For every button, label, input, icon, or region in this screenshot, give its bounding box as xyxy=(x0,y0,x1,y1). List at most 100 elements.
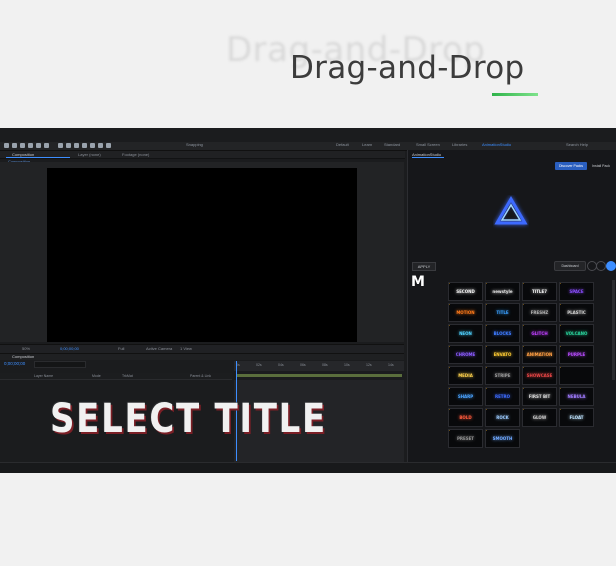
preset-tile[interactable]: TITLE xyxy=(485,303,520,322)
workspace-learn[interactable]: Learn xyxy=(362,142,372,147)
preset-tile[interactable]: NEON xyxy=(448,324,483,343)
favorite-dot-icon xyxy=(486,304,487,305)
workspace-small-screen[interactable]: Small Screen xyxy=(416,142,440,147)
workspace-standard[interactable]: Standard xyxy=(384,142,400,147)
preset-tile[interactable]: PURPLE xyxy=(559,345,594,364)
preset-tile[interactable]: newstyle xyxy=(485,282,520,301)
preset-tile-label: NEON xyxy=(459,331,472,336)
preset-tile[interactable]: PRESET xyxy=(448,429,483,448)
layer-columns: Layer Name Mode TrkMat Parent & Link xyxy=(0,373,232,380)
preset-tile[interactable]: RETRO xyxy=(485,387,520,406)
text-tool-icon[interactable] xyxy=(74,143,79,148)
panel-scrollbar[interactable] xyxy=(612,280,615,380)
preset-tile-label: TITLE7 xyxy=(531,289,547,294)
timeline-header: Composition xyxy=(0,354,404,360)
ruler-tick: 12s xyxy=(366,363,372,367)
preset-tile-label: RETRO xyxy=(494,394,511,399)
layer-search-input[interactable] xyxy=(34,361,86,368)
preset-tile[interactable] xyxy=(559,366,594,385)
workspace-animationstudio[interactable]: AnimationStudio xyxy=(482,142,511,147)
favorite-dot-icon xyxy=(486,409,487,410)
timeline-tab[interactable]: Composition xyxy=(12,354,34,359)
preset-tile-label: ANIMATION xyxy=(526,352,553,357)
preset-tile[interactable]: FLOAT xyxy=(559,408,594,427)
preset-tile[interactable]: ENVATO xyxy=(485,345,520,364)
preset-tile[interactable]: MEDIA xyxy=(448,366,483,385)
preset-tile[interactable]: SHOWCASE xyxy=(522,366,557,385)
camera-select[interactable]: Active Camera xyxy=(146,346,172,351)
preset-tile[interactable]: BLOCKS xyxy=(485,324,520,343)
discover-packs-button[interactable]: Discover Packs xyxy=(555,162,587,170)
puppet-tool-icon[interactable] xyxy=(106,143,111,148)
preset-tile[interactable]: TITLE7 xyxy=(522,282,557,301)
preset-tile[interactable]: FIRST BIT xyxy=(522,387,557,406)
snapping-label[interactable]: Snapping xyxy=(186,142,203,147)
time-ruler[interactable]: 0s 02s 04s 06s 08s 10s 12s 14s xyxy=(234,361,404,371)
preset-tile-label: SECOND xyxy=(456,289,475,294)
views-select[interactable]: 1 View xyxy=(180,346,192,351)
tab-layer[interactable]: Layer (none) xyxy=(78,152,101,157)
favorite-dot-icon xyxy=(523,283,524,284)
preset-tile[interactable]: ROCK xyxy=(485,408,520,427)
preset-tile-label: NEBULA xyxy=(567,394,586,399)
search-help[interactable]: Search Help xyxy=(566,142,588,147)
selection-tool-icon[interactable] xyxy=(4,143,9,148)
preset-tile-label: PRESET xyxy=(456,436,475,441)
eraser-tool-icon[interactable] xyxy=(98,143,103,148)
preset-tile[interactable]: GLITCH xyxy=(522,324,557,343)
triangle-logo-icon xyxy=(493,195,529,229)
work-area-bar[interactable] xyxy=(236,374,402,377)
preset-tile[interactable]: SHARP xyxy=(448,387,483,406)
preset-tile-label: BOLD xyxy=(459,415,472,420)
favorite-dot-icon xyxy=(486,388,487,389)
brush-tool-icon[interactable] xyxy=(82,143,87,148)
column-trkmat: TrkMat xyxy=(122,374,133,378)
shape-tool-icon[interactable] xyxy=(58,143,63,148)
apply-button[interactable]: APPLY xyxy=(412,262,436,271)
tab-footage[interactable]: Footage (none) xyxy=(122,152,149,157)
preset-tile[interactable]: MOTION xyxy=(448,303,483,322)
timeline-timecode[interactable]: 0;00;00;00 xyxy=(4,361,25,366)
favorite-dot-icon xyxy=(560,367,561,368)
zoom-select[interactable]: 50% xyxy=(22,346,30,351)
install-pack-button[interactable]: Install Pack xyxy=(590,162,612,170)
favorite-dot-icon xyxy=(560,304,561,305)
pan-tool-icon[interactable] xyxy=(44,143,49,148)
pen-tool-icon[interactable] xyxy=(66,143,71,148)
workspace-libraries[interactable]: Libraries xyxy=(452,142,467,147)
ruler-tick: 08s xyxy=(322,363,328,367)
dashboard-button[interactable]: Dashboard xyxy=(554,261,586,271)
camera-tool-icon[interactable] xyxy=(36,143,41,148)
preset-tile-label: CHROME xyxy=(455,352,476,357)
preset-tile[interactable]: FRESHZ xyxy=(522,303,557,322)
favorite-dot-icon xyxy=(523,388,524,389)
stamp-tool-icon[interactable] xyxy=(90,143,95,148)
current-time[interactable]: 0;00;00;00 xyxy=(60,346,79,351)
preset-tile[interactable]: CHROME xyxy=(448,345,483,364)
quality-select[interactable]: Full xyxy=(118,346,124,351)
refresh-icon[interactable] xyxy=(596,261,606,271)
preset-tile[interactable]: PLASTIC xyxy=(559,303,594,322)
preset-tile-label: SPACE xyxy=(569,289,584,294)
preset-tile[interactable]: STRIPE xyxy=(485,366,520,385)
preset-tile[interactable]: BOLD xyxy=(448,408,483,427)
viewer-tabs: Composition Layer (none) Footage (none) xyxy=(0,151,405,159)
favorite-dot-icon xyxy=(523,304,524,305)
preset-tile[interactable]: ANIMATION xyxy=(522,345,557,364)
composition-canvas[interactable] xyxy=(47,168,357,342)
hand-tool-icon[interactable] xyxy=(12,143,17,148)
preset-tile[interactable]: SMOOTH xyxy=(485,429,520,448)
preset-tile[interactable]: GLOW xyxy=(522,408,557,427)
active-tab-indicator xyxy=(6,157,70,158)
workspace-default[interactable]: Default xyxy=(336,142,349,147)
preset-tile[interactable]: VOLCANO xyxy=(559,324,594,343)
preset-tile[interactable]: NEBULA xyxy=(559,387,594,406)
preset-tile[interactable]: SECOND xyxy=(448,282,483,301)
ruler-tick: 02s xyxy=(256,363,262,367)
favorite-dot-icon xyxy=(560,346,561,347)
preset-tile[interactable]: SPACE xyxy=(559,282,594,301)
rotate-tool-icon[interactable] xyxy=(28,143,33,148)
settings-icon[interactable] xyxy=(606,261,616,271)
favorite-dot-icon xyxy=(523,367,524,368)
zoom-tool-icon[interactable] xyxy=(20,143,25,148)
